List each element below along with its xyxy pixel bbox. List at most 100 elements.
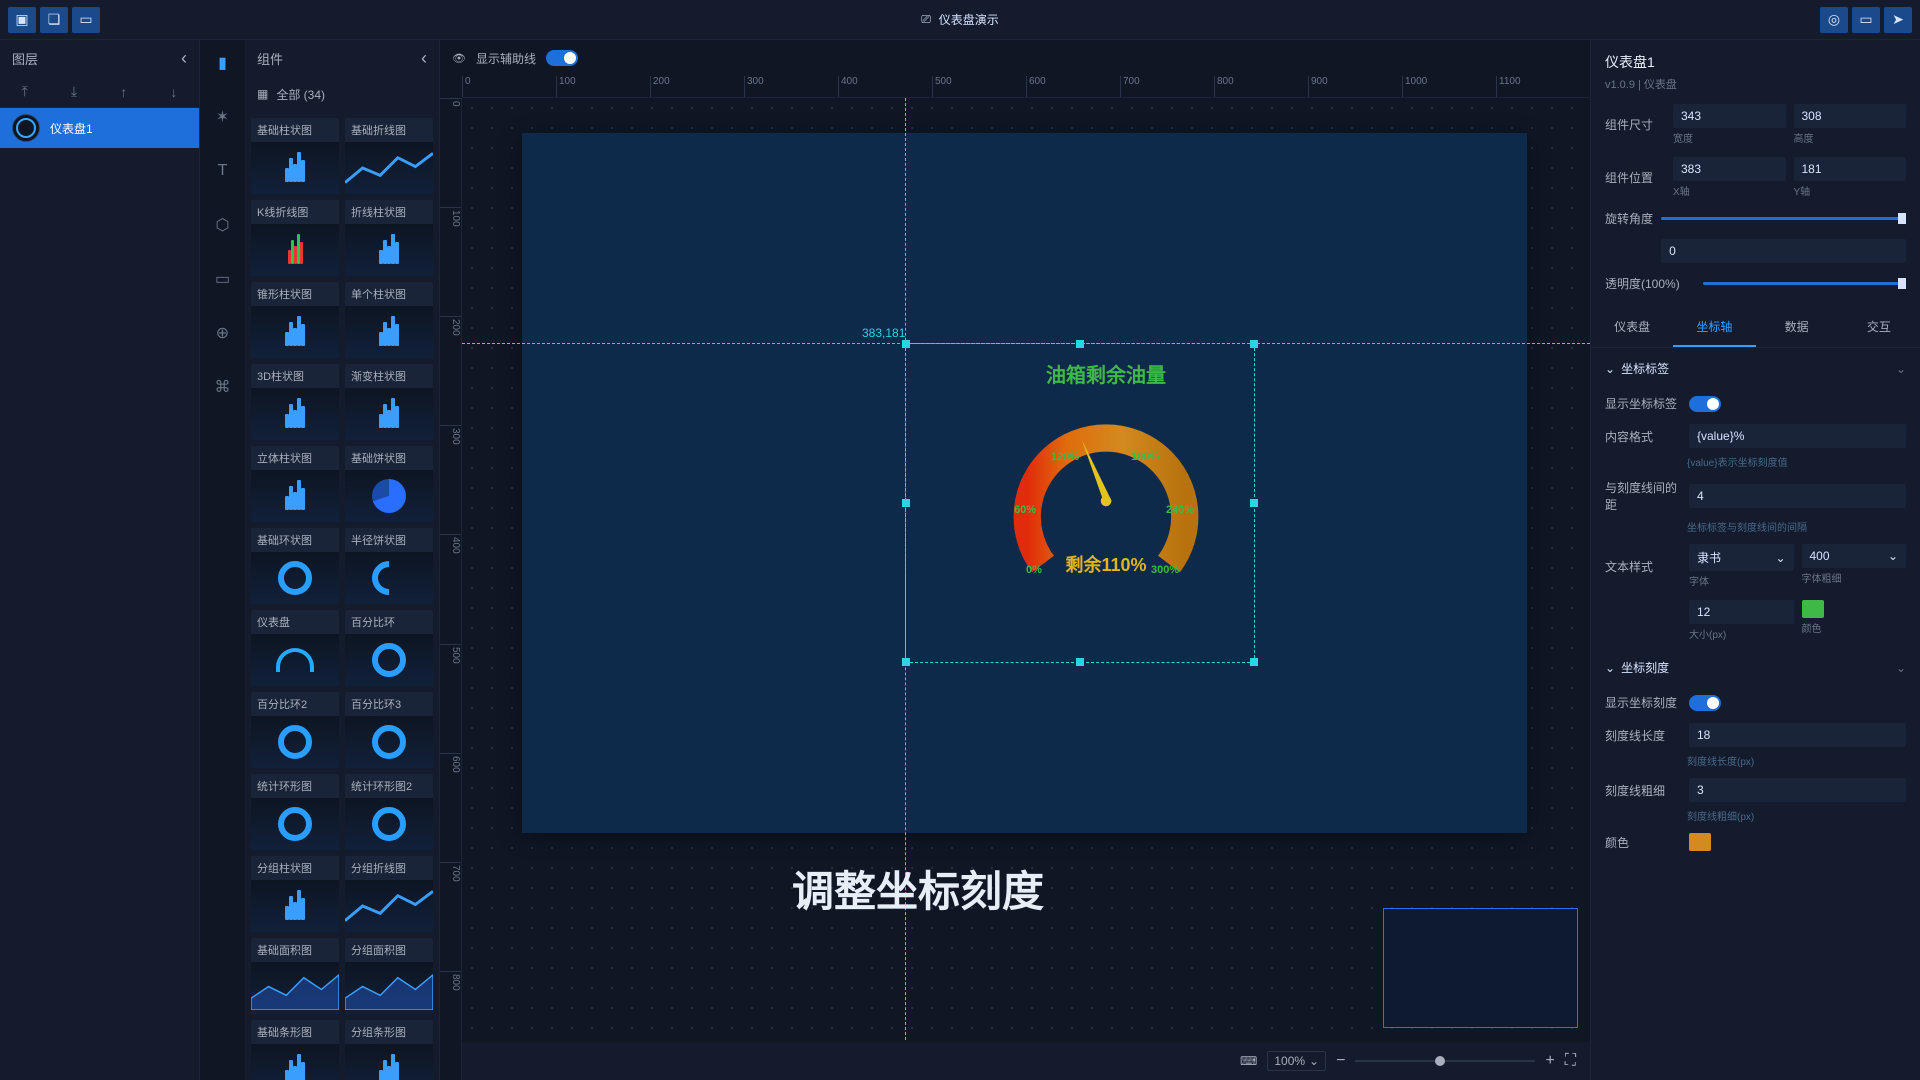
component-label: 统计环形图 <box>251 774 339 798</box>
target-icon[interactable]: ◎ <box>1820 7 1848 33</box>
component-card[interactable]: 单个柱状图 <box>345 282 433 358</box>
component-card[interactable]: 半径饼状图 <box>345 528 433 604</box>
rail-chart-icon[interactable]: ▮ <box>210 50 236 76</box>
resize-handle-bc[interactable] <box>1076 658 1084 666</box>
layer-item-gauge[interactable]: 仪表盘1 <box>0 108 199 148</box>
component-card[interactable]: 锥形柱状图 <box>251 282 339 358</box>
component-card[interactable]: 分组折线图 <box>345 856 433 932</box>
monitor-icon[interactable]: ▭ <box>1852 7 1880 33</box>
component-card[interactable]: 统计环形图 <box>251 774 339 850</box>
rail-link-icon[interactable]: ⌘ <box>210 374 236 400</box>
gauge-tick-120: 120% <box>1051 451 1079 463</box>
rotate-input[interactable] <box>1661 239 1906 263</box>
resize-handle-br[interactable] <box>1250 658 1258 666</box>
show-label-toggle[interactable] <box>1689 396 1721 412</box>
tick-color-swatch[interactable] <box>1689 833 1711 851</box>
component-card[interactable]: 基础折线图 <box>345 118 433 194</box>
component-label: 立体柱状图 <box>251 446 339 470</box>
component-card[interactable]: 基础柱状图 <box>251 118 339 194</box>
width-input[interactable] <box>1673 104 1786 128</box>
font-sub: 字体 <box>1689 573 1794 588</box>
component-card[interactable]: 分组柱状图 <box>251 856 339 932</box>
fontsize-input[interactable] <box>1689 600 1794 624</box>
send-back-icon[interactable]: ⤓ <box>71 83 77 100</box>
tab-axis[interactable]: 坐标轴 <box>1673 308 1755 347</box>
rail-globe-icon[interactable]: ⊕ <box>210 320 236 346</box>
bring-front-icon[interactable]: ⤒ <box>22 83 28 100</box>
minimap[interactable] <box>1383 908 1578 1028</box>
resize-handle-ml[interactable] <box>902 499 910 507</box>
weight-select[interactable]: 400 <box>1802 544 1907 568</box>
x-input[interactable] <box>1673 157 1786 181</box>
labelcolor-sub: 颜色 <box>1802 620 1907 635</box>
canvas-area: 显示辅助线 0100200300400500600700800900100011… <box>440 40 1590 1080</box>
component-card[interactable]: 分组面积图 <box>345 938 433 1014</box>
collapse-components-icon[interactable] <box>421 48 427 69</box>
show-tick-toggle[interactable] <box>1689 695 1721 711</box>
component-card[interactable]: 基础条形图 <box>251 1020 339 1080</box>
component-card[interactable]: 折线柱状图 <box>345 200 433 276</box>
fmt-input[interactable] <box>1689 424 1906 448</box>
keyboard-icon[interactable]: ⌨ <box>1240 1054 1257 1068</box>
move-up-icon[interactable]: ↑ <box>120 84 127 100</box>
gap-input[interactable] <box>1689 484 1906 508</box>
tickwid-input[interactable] <box>1689 778 1906 802</box>
component-card[interactable]: 仪表盘 <box>251 610 339 686</box>
guide-toggle[interactable] <box>546 50 578 66</box>
label-color-swatch[interactable] <box>1802 600 1824 618</box>
component-card[interactable]: 百分比环2 <box>251 692 339 768</box>
layer-item-label: 仪表盘1 <box>50 120 93 137</box>
fit-screen-icon[interactable]: ⛶ <box>1565 1052 1576 1070</box>
layers-panel: 图层 ⤒ ⤓ ↑ ↓ 仪表盘1 <box>0 40 200 1080</box>
component-card[interactable]: 3D柱状图 <box>251 364 339 440</box>
component-card[interactable]: 统计环形图2 <box>345 774 433 850</box>
height-input[interactable] <box>1794 104 1907 128</box>
opacity-slider[interactable] <box>1703 282 1906 285</box>
rail-map-icon[interactable]: ⬡ <box>210 212 236 238</box>
rail-text-icon[interactable]: T <box>210 158 236 184</box>
stage[interactable]: 383,181 油箱剩余油量 <box>462 98 1590 1080</box>
selection-box[interactable]: 油箱剩余油量 <box>905 343 1255 663</box>
resize-handle-mr[interactable] <box>1250 499 1258 507</box>
eye-icon[interactable] <box>452 52 466 65</box>
component-card[interactable]: 百分比环 <box>345 610 433 686</box>
layout-icon[interactable]: ▭ <box>72 7 100 33</box>
fontsize-sub: 大小(px) <box>1689 626 1794 641</box>
rotate-label: 旋转角度 <box>1605 210 1653 227</box>
ruler-horizontal: 010020030040050060070080090010001100 <box>462 76 1590 98</box>
component-card[interactable]: 分组条形图 <box>345 1020 433 1080</box>
tab-gauge[interactable]: 仪表盘 <box>1591 308 1673 347</box>
rail-atom-icon[interactable]: ✶ <box>210 104 236 130</box>
tab-data[interactable]: 数据 <box>1756 308 1838 347</box>
tab-interact[interactable]: 交互 <box>1838 308 1920 347</box>
zoom-in-button[interactable]: + <box>1545 1052 1554 1070</box>
resize-handle-tl[interactable] <box>902 340 910 348</box>
rail-media-icon[interactable]: ▭ <box>210 266 236 292</box>
resize-handle-bl[interactable] <box>902 658 910 666</box>
collapse-layers-icon[interactable] <box>181 48 187 69</box>
zoom-slider[interactable] <box>1355 1060 1535 1062</box>
move-down-icon[interactable]: ↓ <box>170 84 177 100</box>
component-card[interactable]: 基础饼状图 <box>345 446 433 522</box>
chevron-down-icon <box>1888 549 1898 563</box>
section-axis-label[interactable]: 坐标标签 ⌄ <box>1591 348 1920 389</box>
component-card[interactable]: 立体柱状图 <box>251 446 339 522</box>
zoom-select[interactable]: 100% <box>1267 1051 1326 1071</box>
component-card[interactable]: 基础面积图 <box>251 938 339 1014</box>
component-card[interactable]: K线折线图 <box>251 200 339 276</box>
resize-handle-tr[interactable] <box>1250 340 1258 348</box>
component-card[interactable]: 渐变柱状图 <box>345 364 433 440</box>
y-input[interactable] <box>1794 157 1907 181</box>
section-axis-tick[interactable]: 坐标刻度 ⌄ <box>1591 647 1920 688</box>
zoom-out-button[interactable]: − <box>1336 1052 1345 1070</box>
cube-icon[interactable]: ▣ <box>8 7 36 33</box>
ticklen-input[interactable] <box>1689 723 1906 747</box>
send-icon[interactable]: ➤ <box>1884 7 1912 33</box>
box-icon[interactable]: ❏ <box>40 7 68 33</box>
rotate-slider[interactable] <box>1661 217 1906 220</box>
component-card[interactable]: 基础环状图 <box>251 528 339 604</box>
resize-handle-tc[interactable] <box>1076 340 1084 348</box>
font-select[interactable]: 隶书 <box>1689 544 1794 571</box>
chevron-down-icon <box>1605 661 1615 675</box>
component-card[interactable]: 百分比环3 <box>345 692 433 768</box>
